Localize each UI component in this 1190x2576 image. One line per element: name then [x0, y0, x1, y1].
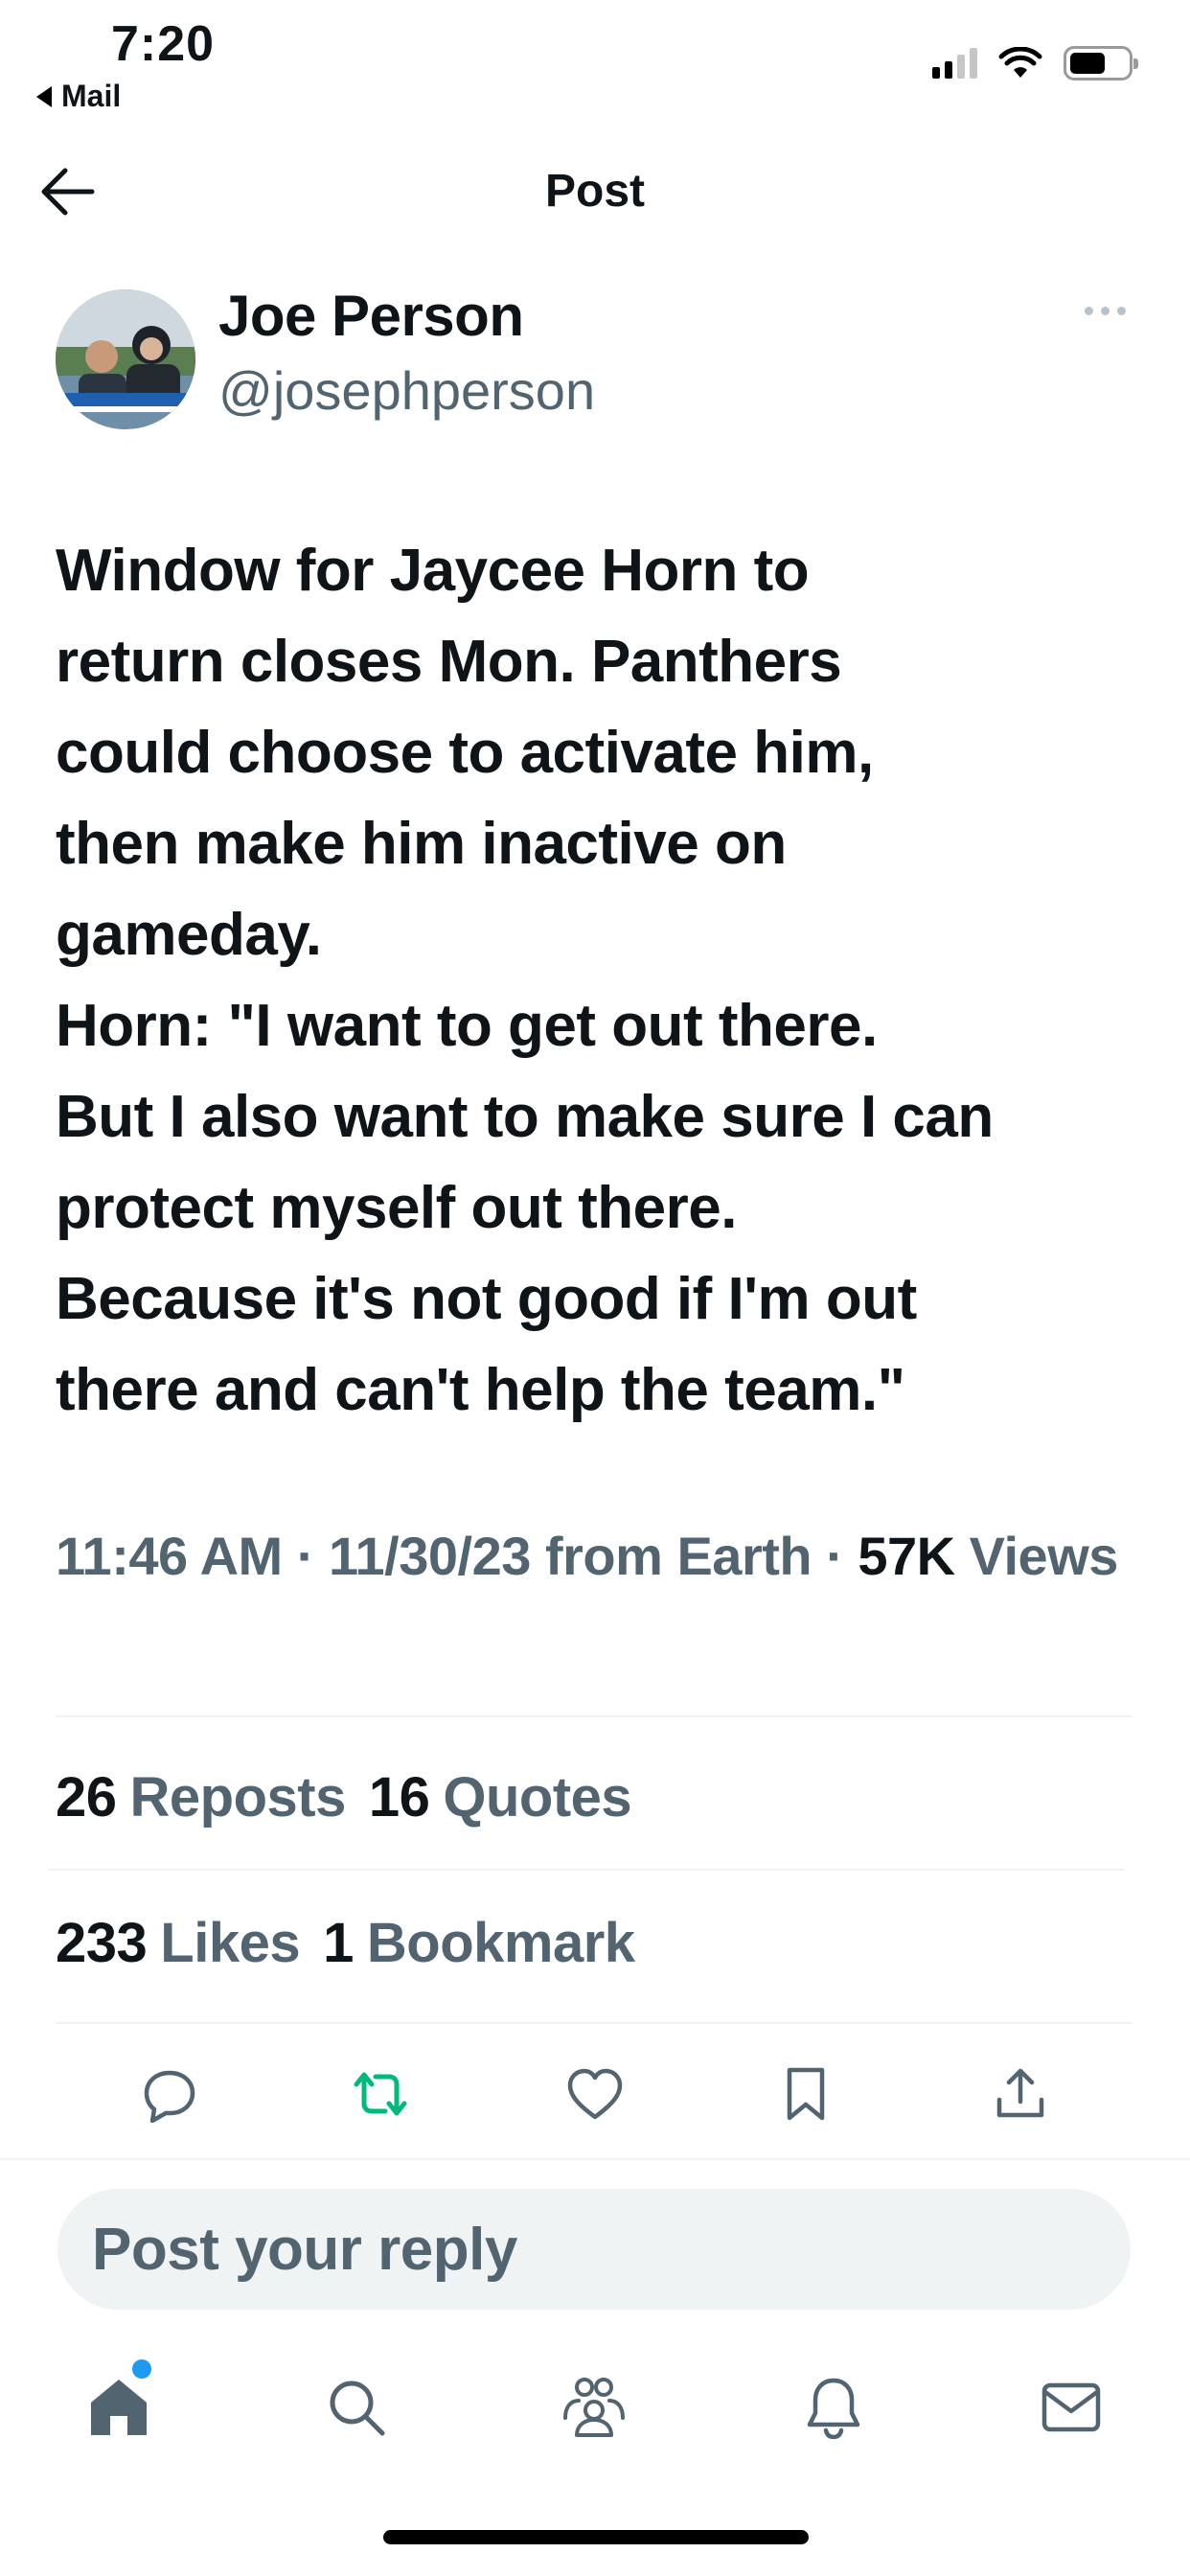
stats-row-reposts: 26 Reposts 16 Quotes: [56, 1765, 632, 1829]
bookmarks-label: Bookmark: [366, 1912, 635, 1974]
stats-row-likes: 233 Likes 1 Bookmark: [56, 1911, 635, 1975]
search-icon: [330, 2380, 385, 2436]
reposts-stat[interactable]: 26 Reposts: [56, 1765, 346, 1829]
author-display-name[interactable]: Joe Person: [218, 283, 524, 349]
home-indicator[interactable]: [383, 2530, 809, 2544]
post-source: from Earth: [530, 1526, 812, 1586]
divider: [56, 2022, 1133, 2024]
repost-button[interactable]: [347, 2060, 414, 2128]
reposts-count: 26: [56, 1766, 117, 1828]
tab-messages[interactable]: [1033, 2369, 1110, 2446]
bookmarks-count: 1: [323, 1912, 354, 1974]
status-indicators: [932, 46, 1138, 80]
reply-input[interactable]: Post your reply: [57, 2189, 1131, 2310]
reply-button[interactable]: [136, 2060, 203, 2128]
back-triangle-icon: [36, 85, 52, 107]
divider: [48, 1869, 1125, 1871]
communities-icon: [563, 2378, 625, 2437]
views-count: 57K: [858, 1526, 955, 1586]
divider: [56, 1715, 1133, 1717]
battery-icon: [1064, 46, 1138, 80]
top-nav: Post: [0, 144, 1190, 240]
share-icon: [996, 2068, 1044, 2118]
tab-communities[interactable]: [556, 2369, 632, 2446]
post-screen: 7:20 Mail Post Joe Person @josephperson …: [0, 0, 1190, 2576]
action-bar: [0, 2060, 1190, 2137]
back-to-mail-link[interactable]: Mail: [36, 79, 121, 114]
cellular-signal-icon: [932, 48, 977, 79]
home-icon: [91, 2380, 147, 2435]
like-button[interactable]: [561, 2060, 629, 2128]
reply-icon: [144, 2070, 195, 2123]
page-title: Post: [544, 166, 645, 217]
divider: [0, 2158, 1190, 2160]
wifi-icon: [998, 47, 1042, 78]
quotes-label: Quotes: [443, 1766, 632, 1828]
bookmark-icon: [787, 2067, 825, 2121]
tab-home[interactable]: [80, 2369, 157, 2446]
messages-icon: [1041, 2382, 1101, 2432]
views-label: Views: [954, 1526, 1119, 1586]
likes-label: Likes: [160, 1912, 301, 1974]
notification-dot: [132, 2359, 151, 2379]
repost-icon: [354, 2072, 407, 2116]
author-handle[interactable]: @josephperson: [218, 359, 595, 422]
likes-count: 233: [56, 1912, 148, 1974]
bookmarks-stat[interactable]: 1 Bookmark: [323, 1911, 635, 1975]
meta-separator: ·: [812, 1526, 858, 1586]
bookmark-button[interactable]: [772, 2060, 839, 2128]
post-time: 11:46 AM: [56, 1526, 283, 1586]
reposts-label: Reposts: [129, 1766, 347, 1828]
quotes-stat[interactable]: 16 Quotes: [368, 1765, 632, 1829]
more-options-icon[interactable]: [1085, 307, 1126, 315]
avatar[interactable]: [56, 289, 195, 429]
like-icon: [567, 2068, 623, 2120]
tab-search[interactable]: [318, 2369, 395, 2446]
notifications-icon: [807, 2378, 860, 2440]
post-meta: 11:46 AM · 11/30/23 from Earth · 57K Vie…: [56, 1518, 1138, 1595]
status-time: 7:20: [111, 16, 216, 72]
post-text: Window for Jaycee Horn to return closes …: [56, 538, 994, 1423]
meta-separator: ·: [282, 1526, 329, 1586]
reply-placeholder: Post your reply: [92, 2217, 517, 2283]
quotes-count: 16: [368, 1766, 430, 1828]
likes-stat[interactable]: 233 Likes: [56, 1911, 301, 1975]
share-button[interactable]: [987, 2060, 1054, 2128]
back-app-label: Mail: [61, 79, 122, 113]
tab-notifications[interactable]: [795, 2369, 872, 2446]
post-date[interactable]: 11/30/23: [329, 1526, 531, 1586]
